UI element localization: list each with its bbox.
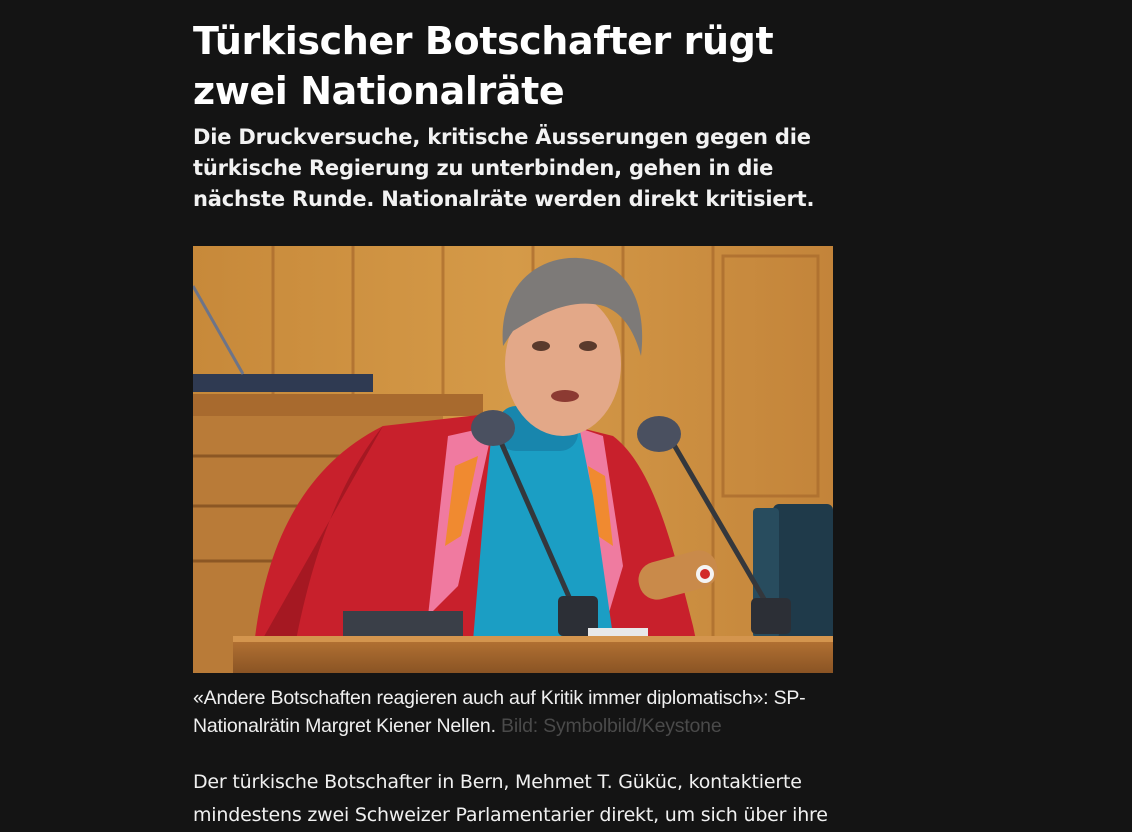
article-headline: Türkischer Botschafter rügt zwei Nationa… — [193, 19, 774, 113]
photo-caption: «Andere Botschaften reagieren auch auf K… — [193, 684, 843, 740]
body-paragraph: Der türkische Botschafter in Bern, Mehme… — [193, 771, 828, 826]
photo-illustration — [193, 246, 833, 673]
photo-credit: Bild: Symbolbild/Keystone — [501, 715, 722, 737]
article-body: Der türkische Botschafter in Bern, Mehme… — [193, 766, 853, 832]
article-lead: Die Druckversuche, kritische Äusserungen… — [193, 125, 815, 211]
article: Türkischer Botschafter rügt zwei Nationa… — [193, 0, 853, 826]
article-photo[interactable] — [193, 246, 833, 673]
